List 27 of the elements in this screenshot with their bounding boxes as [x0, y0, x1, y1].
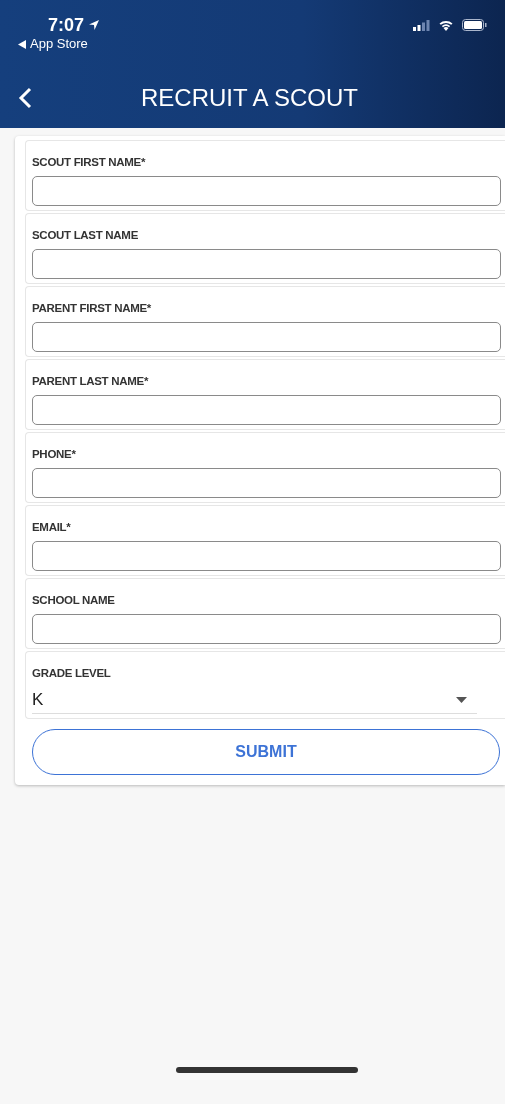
wifi-icon: [438, 19, 454, 31]
field-label: SCHOOL NAME: [32, 593, 115, 607]
back-triangle-icon[interactable]: [18, 39, 26, 49]
input-field[interactable]: [32, 541, 501, 571]
input-field[interactable]: [32, 395, 501, 425]
input-field[interactable]: [32, 614, 501, 644]
submit-button[interactable]: SUBMIT: [32, 729, 500, 775]
select-field[interactable]: K: [32, 686, 477, 714]
back-chevron-icon[interactable]: [18, 87, 32, 109]
field-label: PHONE*: [32, 447, 76, 461]
back-to-app-link[interactable]: App Store: [30, 36, 88, 52]
field-label: GRADE LEVEL: [32, 666, 111, 680]
field-label: EMAIL*: [32, 520, 71, 534]
input-field[interactable]: [32, 249, 501, 279]
status-time: 7:07: [47, 14, 85, 36]
battery-icon: [462, 19, 487, 31]
page-title: RECRUIT A SCOUT: [141, 84, 358, 111]
signal-icon: [413, 19, 430, 31]
input-field[interactable]: [32, 322, 501, 352]
field-label: SCOUT FIRST NAME*: [32, 155, 146, 169]
field-label: PARENT FIRST NAME*: [32, 301, 151, 315]
field-label: SCOUT LAST NAME: [32, 228, 139, 242]
dropdown-caret-icon: [456, 696, 467, 703]
field-label: PARENT LAST NAME*: [32, 374, 149, 388]
input-field[interactable]: [32, 468, 501, 498]
input-field[interactable]: [32, 176, 501, 206]
location-arrow-icon: [88, 19, 101, 31]
